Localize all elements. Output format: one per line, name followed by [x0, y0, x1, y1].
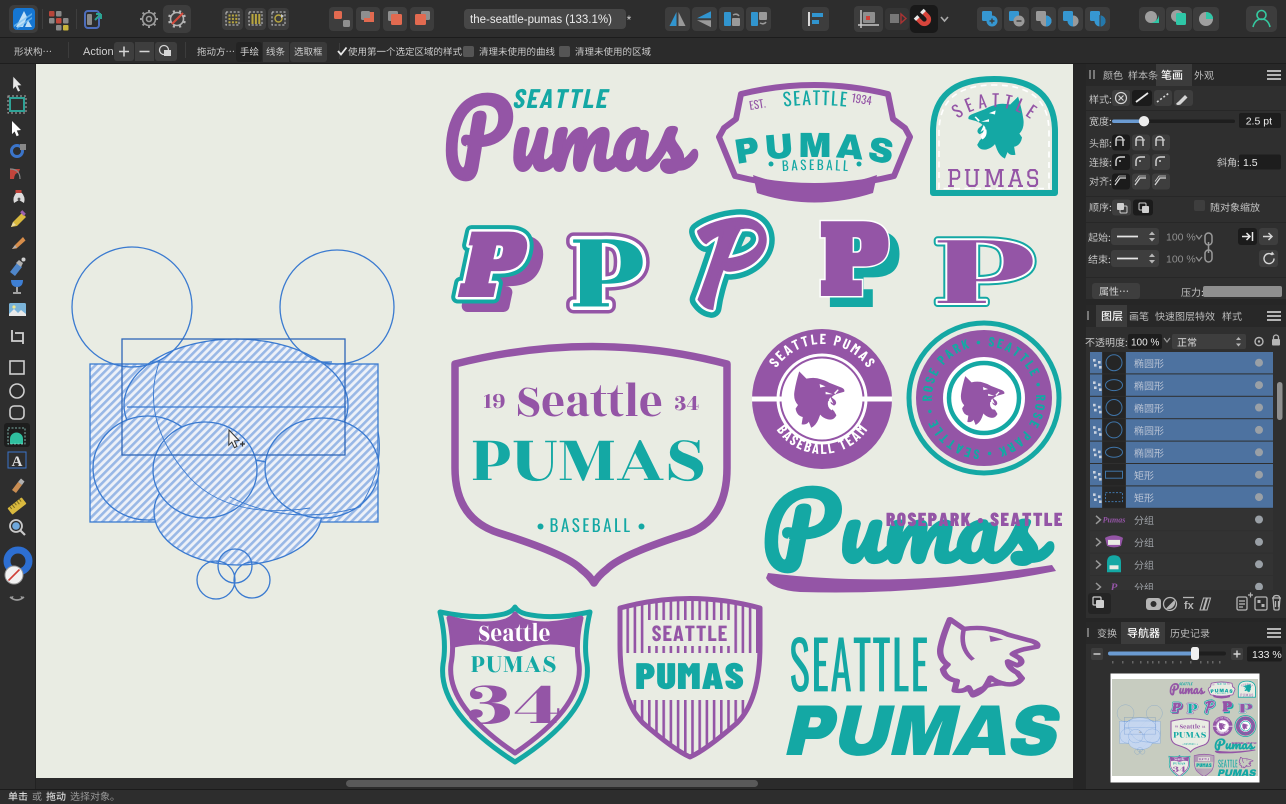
svg-text:fx: fx	[1184, 600, 1195, 612]
svg-text:100 %: 100 %	[1131, 338, 1159, 349]
svg-text:100 %: 100 %	[1166, 232, 1196, 244]
svg-text:100 %: 100 %	[1166, 254, 1196, 266]
svg-text:1.5: 1.5	[1243, 157, 1258, 169]
svg-text:133 %: 133 %	[1252, 649, 1282, 661]
svg-text:2.5 pt: 2.5 pt	[1246, 116, 1272, 128]
svg-text:Pumas: Pumas	[1103, 516, 1126, 525]
svg-text:Action:: Action:	[83, 46, 117, 58]
svg-text:*: *	[627, 13, 632, 27]
svg-text:the-seattle-pumas (133.1%): the-seattle-pumas (133.1%)	[470, 14, 612, 26]
